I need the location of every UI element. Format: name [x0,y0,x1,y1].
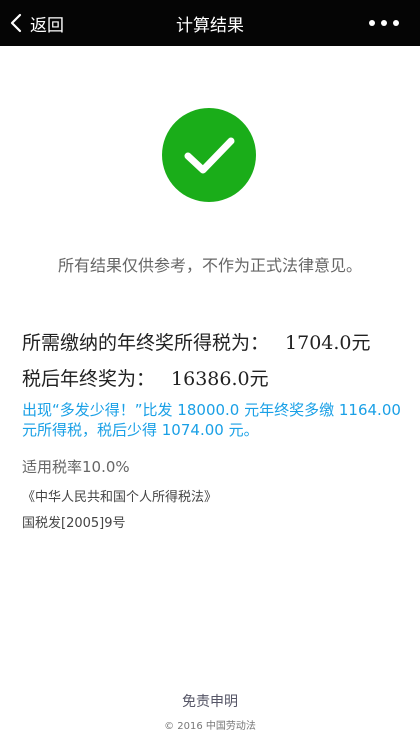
reference-notice: 所有结果仅供参考，不作为正式法律意见。 [57,256,362,275]
document-reference: 国税发[2005]9号 [22,516,126,531]
back-button[interactable]: 返回 [8,0,64,46]
tax-label: 所需缴纳的年终奖所得税为： [22,332,270,354]
more-dots-icon [369,20,375,26]
back-label: 返回 [30,15,64,36]
tax-rate: 适用税率10.0% [22,458,130,476]
check-circle-icon [161,107,257,203]
law-reference: 《中华人民共和国个人所得税法》 [22,490,218,505]
more-menu-button[interactable] [360,0,408,46]
after-tax-label: 税后年终奖为： [22,368,156,390]
disclaimer-link[interactable]: 免责申明 [0,691,420,711]
copyright-text: © 2016 中国劳动法 [164,721,256,732]
bonus-warning-note: 出现“多发少得！”比发 18000.0 元年终奖多缴 1164.00元所得税，税… [22,401,401,439]
chevron-left-icon [8,12,26,34]
tax-result: 所需缴纳的年终奖所得税为： 1704.0元 [22,328,371,355]
after-tax-result: 税后年终奖为： 16386.0元 [22,364,269,391]
top-nav-bar: 返回 计算结果 [0,0,420,46]
after-tax-value: 16386.0元 [171,368,269,390]
tax-value: 1704.0元 [285,332,371,354]
